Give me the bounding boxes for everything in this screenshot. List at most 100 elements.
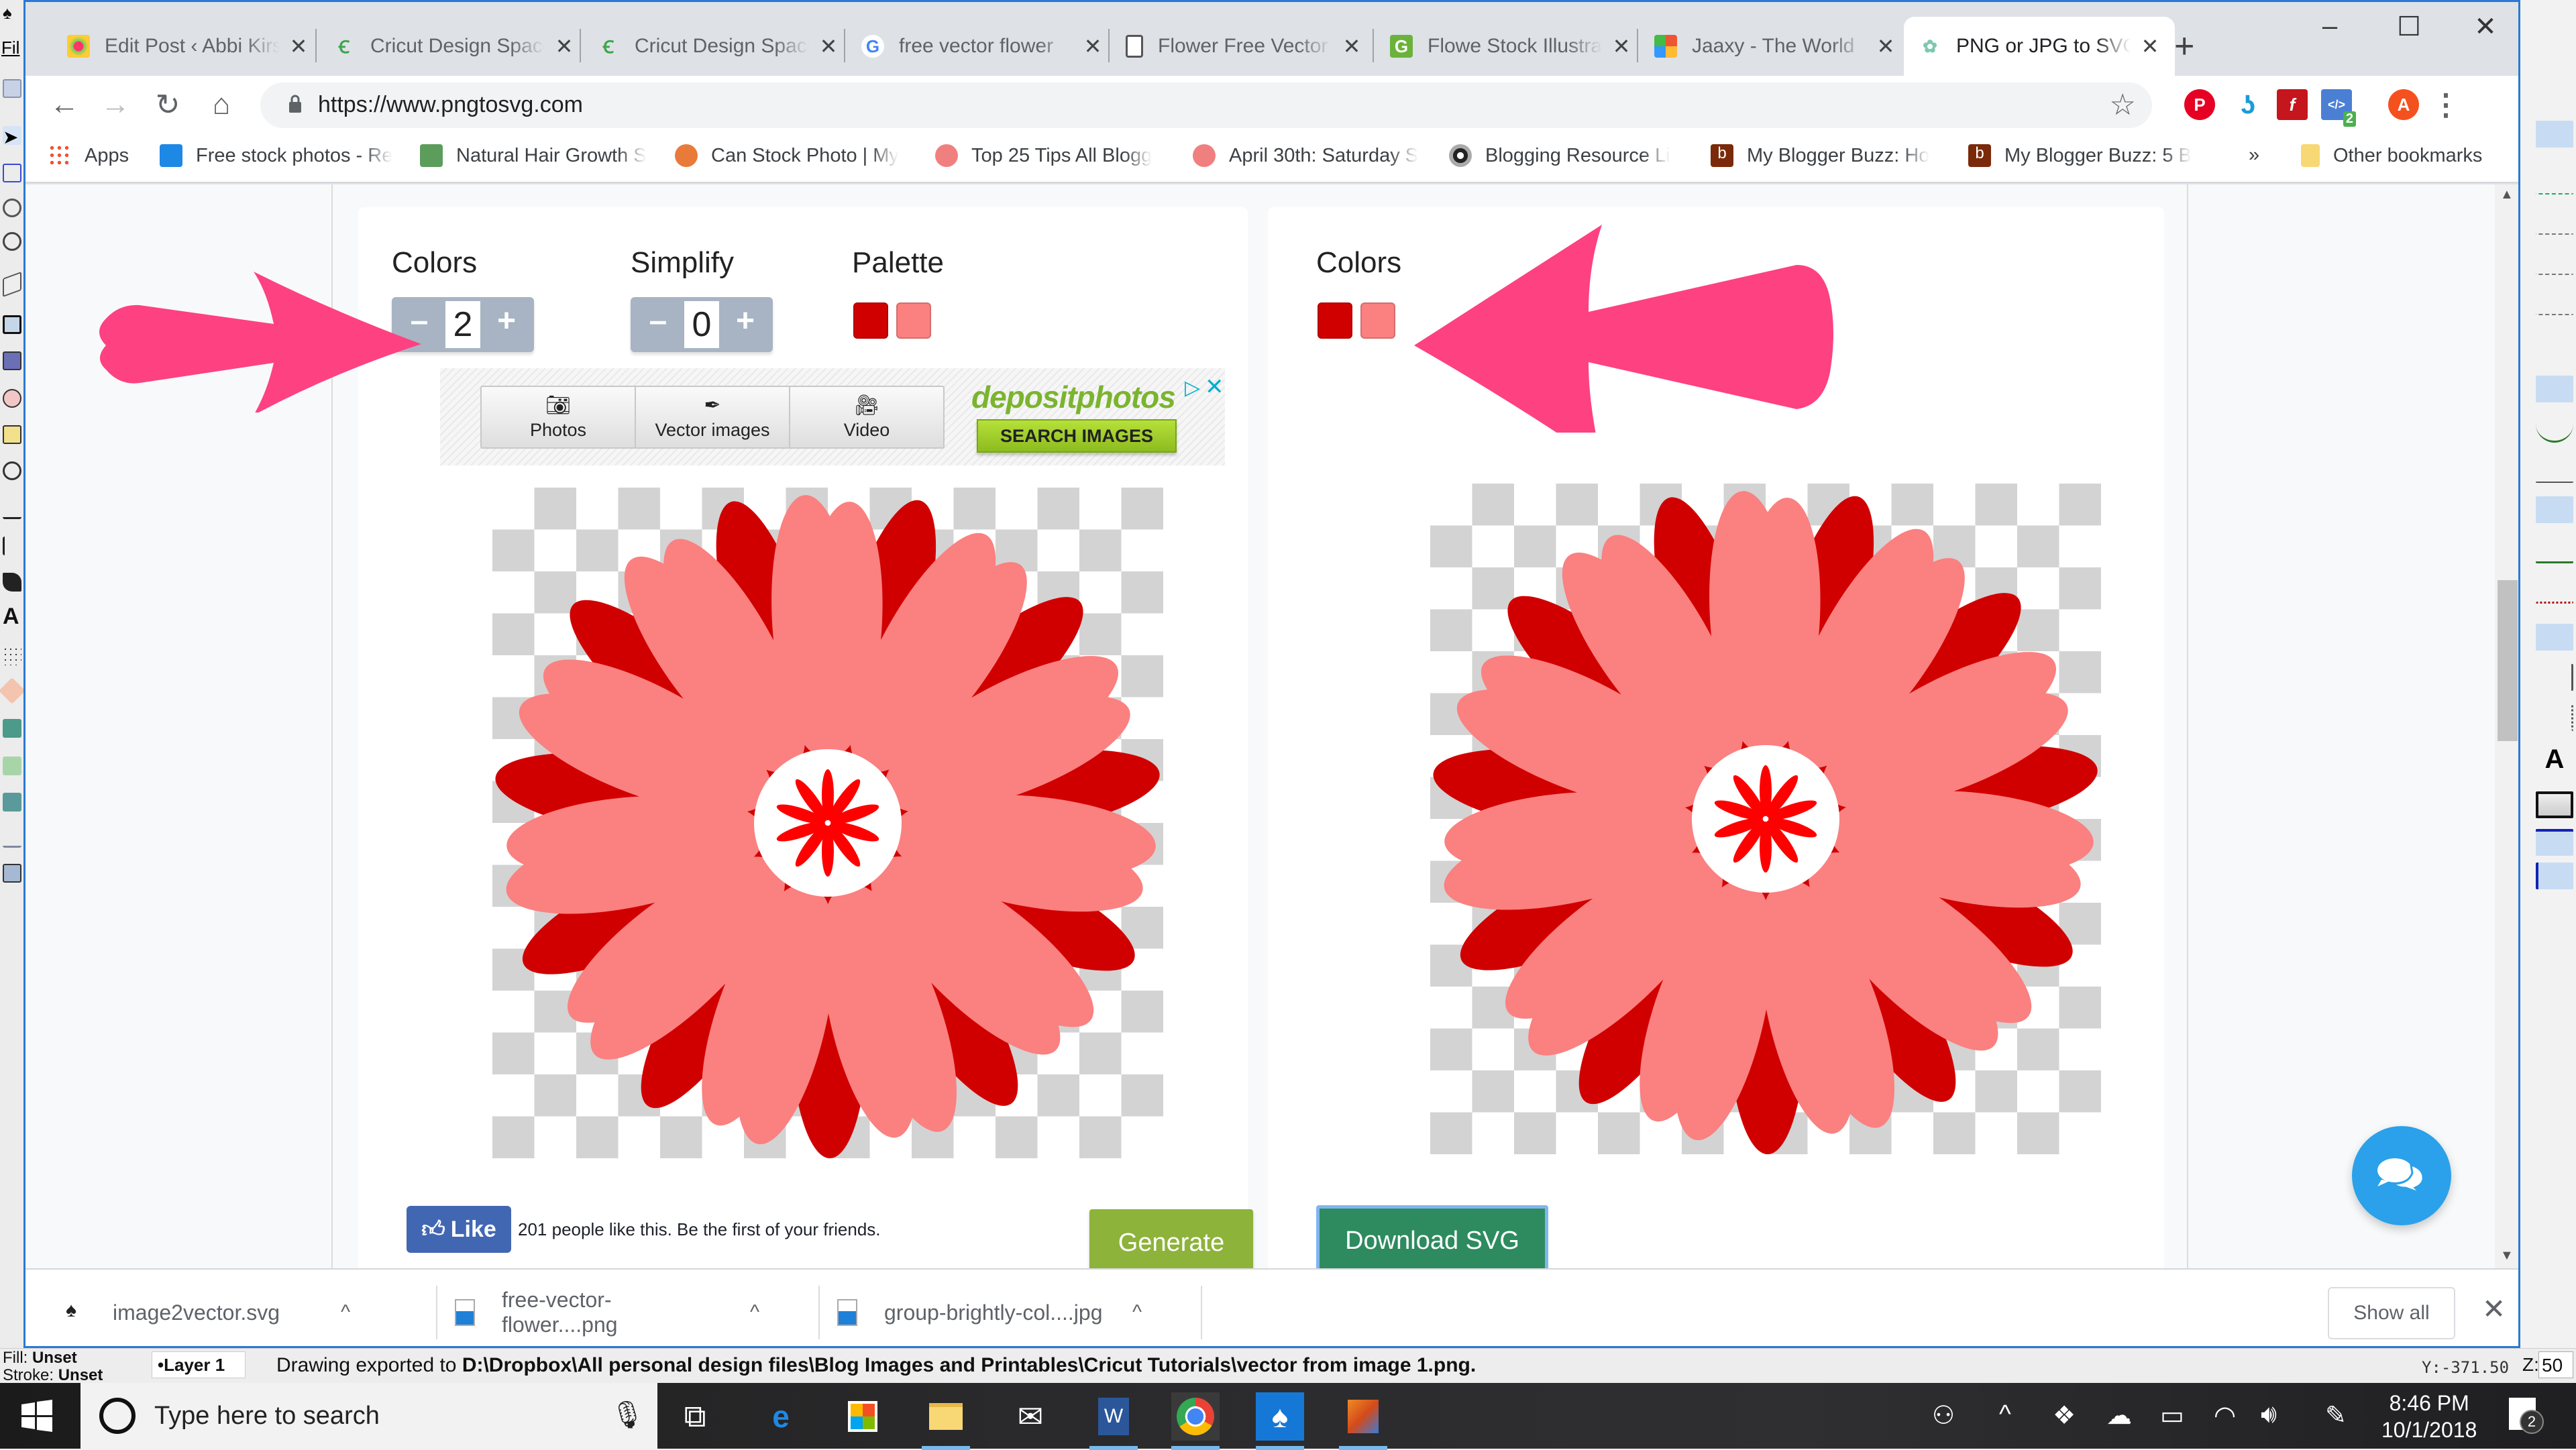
dropper-tool-icon[interactable]	[3, 829, 21, 848]
volume-icon[interactable]: 🔊︎	[2261, 1400, 2277, 1429]
snap-grid-icon[interactable]	[2536, 829, 2573, 856]
new-tab-button[interactable]: +	[2174, 26, 2194, 66]
tab-pngtosvg[interactable]: ✿ PNG or JPG to SVG ✕	[1904, 17, 2175, 76]
snap-smooth-icon[interactable]	[2536, 537, 2573, 563]
snap-page-border-icon[interactable]	[2536, 791, 2573, 818]
minimize-button[interactable]: –	[2306, 11, 2353, 42]
onedrive-sync-icon[interactable]: ☁	[2106, 1400, 2132, 1431]
mail-icon[interactable]: ✉	[1006, 1392, 1055, 1441]
scroll-up-arrow-icon[interactable]: ▲	[2500, 187, 2514, 203]
battery-icon[interactable]: ▭	[2160, 1400, 2184, 1431]
mesh-tool-icon[interactable]	[3, 793, 21, 812]
ad-vector-images-button[interactable]: ✒︎ Vector images	[636, 387, 790, 447]
node-tool-icon[interactable]	[3, 164, 21, 182]
selector-tool-icon[interactable]: ➤	[3, 126, 21, 148]
snap-bbox-edge-icon[interactable]	[2536, 208, 2573, 235]
stream-extension-icon[interactable]: ʖ	[2233, 89, 2263, 120]
word-icon[interactable]: W	[1089, 1392, 1138, 1450]
zoom-field[interactable]: 50	[2538, 1351, 2573, 1378]
snap-nodes-icon[interactable]	[2536, 376, 2573, 402]
close-icon[interactable]: ✕	[1083, 34, 1103, 59]
output-swatch-dark[interactable]	[1318, 302, 1352, 339]
download-item[interactable]: free-vector-flower....png ^	[455, 1286, 759, 1339]
bookmark-item[interactable]: Can Stock Photo | My	[675, 144, 899, 167]
rect-tool-icon[interactable]	[3, 315, 21, 334]
3dbox-tool-icon[interactable]	[3, 351, 21, 370]
tab-cricut-1[interactable]: Ꞓ Cricut Design Space ✕	[318, 17, 589, 76]
edge-icon[interactable]: e	[757, 1392, 805, 1441]
download-item[interactable]: ♠ image2vector.svg ^	[66, 1286, 350, 1339]
snap-bbox-icon[interactable]	[2536, 168, 2573, 194]
flash-extension-icon[interactable]: f	[2277, 89, 2308, 120]
address-bar[interactable]: https://www.pngtosvg.com ☆	[260, 82, 2152, 128]
chrome-icon[interactable]	[1171, 1392, 1220, 1450]
paint-icon[interactable]	[1339, 1392, 1387, 1450]
simplify-value-input[interactable]: 0	[684, 301, 719, 348]
ad-video-button[interactable]: 🎥︎ Video	[790, 387, 943, 447]
scroll-down-arrow-icon[interactable]: ▼	[2500, 1248, 2514, 1264]
tab-jaaxy[interactable]: Jaaxy - The World ✕	[1640, 17, 1911, 76]
zoom-tool-icon[interactable]	[3, 232, 21, 251]
close-icon[interactable]: ✕	[1342, 34, 1362, 59]
reload-icon[interactable]: ↻	[149, 88, 186, 122]
bookmark-item[interactable]: April 30th: Saturday S	[1193, 144, 1418, 167]
pencil-tool-icon[interactable]	[3, 500, 21, 519]
pen-tool-icon[interactable]	[3, 537, 21, 555]
snap-text-baseline-icon[interactable]: A	[2536, 744, 2573, 774]
microphone-icon[interactable]: 🎙︎	[610, 1399, 645, 1431]
gradient-tool-icon[interactable]	[3, 757, 21, 775]
profile-avatar[interactable]: A	[2388, 89, 2419, 120]
close-icon[interactable]: ✕	[1611, 34, 1631, 59]
task-view-icon[interactable]: ⧉	[671, 1392, 719, 1441]
home-icon[interactable]: ⌂	[203, 88, 240, 121]
snap-guide-icon[interactable]	[2536, 862, 2573, 889]
file-explorer-icon[interactable]	[922, 1392, 970, 1450]
chrome-menu-icon[interactable]: ⋮	[2427, 88, 2465, 122]
star-tool-icon[interactable]	[3, 425, 21, 444]
close-icon[interactable]: ✕	[554, 34, 574, 59]
maximize-button[interactable]: ☐	[2385, 11, 2432, 42]
close-downloads-bar-icon[interactable]: ✕	[2482, 1292, 2506, 1325]
spiral-tool-icon[interactable]	[3, 461, 21, 480]
ad-search-images-button[interactable]: SEARCH IMAGES	[977, 419, 1177, 453]
bookmark-item[interactable]: Free stock photos - Re	[160, 144, 392, 167]
close-icon[interactable]: ✕	[818, 34, 839, 59]
bookmarks-overflow-button[interactable]: »	[2249, 144, 2259, 166]
close-icon[interactable]: ✕	[2140, 34, 2160, 59]
bookmark-apps[interactable]: Apps	[48, 144, 129, 167]
inkscape-taskbar-icon[interactable]: ♠	[1256, 1392, 1304, 1450]
download-svg-button[interactable]: Download SVG	[1316, 1205, 1548, 1268]
simplify-decrement-button[interactable]: –	[631, 302, 686, 339]
close-icon[interactable]: ✕	[1876, 34, 1896, 59]
snap-toggle-icon[interactable]	[2536, 121, 2573, 148]
download-options-caret[interactable]: ^	[750, 1301, 759, 1324]
ad-info-icon[interactable]: ▷	[1185, 376, 1200, 400]
bucket-tool-icon[interactable]	[3, 719, 21, 738]
depositphotos-ad[interactable]: 📷︎ Photos ✒︎ Vector images 🎥︎ Video depo…	[440, 368, 1225, 465]
download-item[interactable]: group-brightly-col....jpg ^	[837, 1286, 1142, 1339]
pen-workspace-icon[interactable]: ✎	[2325, 1400, 2347, 1431]
facebook-like-button[interactable]: 👍︎ Like	[407, 1206, 511, 1253]
bookmark-item[interactable]: b My Blogger Buzz: Ho	[1711, 144, 1929, 167]
bookmark-item[interactable]: Blogging Resource Li	[1449, 144, 1670, 167]
tab-flowe-stock[interactable]: G Flowe Stock Illustrations ✕	[1375, 17, 1646, 76]
close-icon[interactable]: ✕	[288, 34, 309, 59]
simplify-increment-button[interactable]: +	[718, 302, 773, 339]
forward-icon[interactable]: →	[97, 88, 134, 121]
devtools-extension-icon[interactable]: </> 2	[2321, 89, 2356, 127]
snap-cusp-icon[interactable]	[2536, 496, 2573, 523]
snap-bbox-corner-icon[interactable]	[2536, 248, 2573, 275]
inkscape-menu-file[interactable]: Fil	[1, 38, 19, 58]
bookmark-star-icon[interactable]: ☆	[2110, 88, 2136, 122]
snap-rotation-center-icon[interactable]	[2536, 704, 2573, 731]
tab-edit-post[interactable]: Edit Post ‹ Abbi Kirsten ✕	[52, 17, 323, 76]
output-swatch-light[interactable]	[1360, 302, 1395, 339]
taskbar-search-box[interactable]: Type here to search 🎙︎	[80, 1383, 657, 1449]
tab-google-search[interactable]: G free vector flower ✕	[847, 17, 1118, 76]
ad-close-icon[interactable]: ✕	[1205, 374, 1224, 400]
url-text[interactable]: https://www.pngtosvg.com	[318, 92, 583, 118]
dropbox-icon[interactable]: ❖	[2053, 1400, 2076, 1431]
download-options-caret[interactable]: ^	[341, 1301, 350, 1324]
page-scrollbar[interactable]: ▲ ▼	[2495, 184, 2518, 1268]
close-window-button[interactable]: ✕	[2462, 11, 2509, 42]
